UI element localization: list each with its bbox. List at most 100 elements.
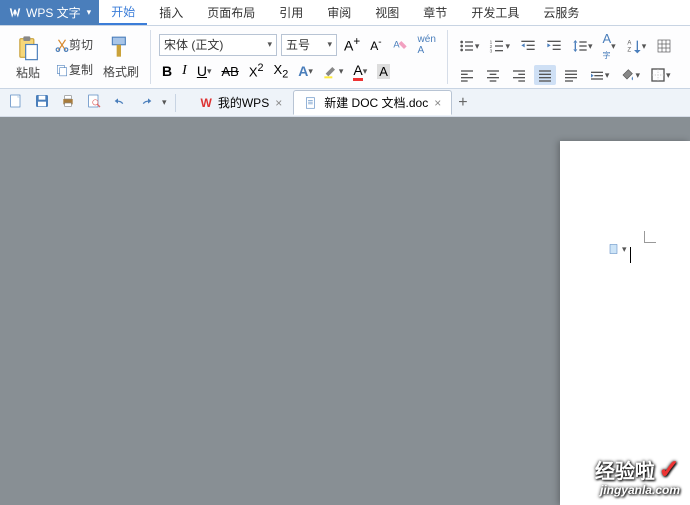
copy-button[interactable]: 复制 (52, 59, 96, 80)
print-preview-button[interactable] (84, 91, 104, 114)
decrease-indent-button[interactable] (517, 36, 539, 56)
chevron-down-icon: ▾ (505, 41, 510, 52)
outdent-icon (520, 38, 536, 54)
text-effects-button[interactable]: A▾ (295, 61, 316, 81)
wps-logo-icon: W (201, 96, 212, 110)
highlight-button[interactable]: ▾ (320, 61, 347, 81)
font-name-value: 宋体 (正文) (164, 36, 223, 53)
tab-label: 我的WPS (218, 94, 269, 111)
undo-button[interactable] (110, 91, 130, 114)
save-button[interactable] (32, 91, 52, 114)
menu-section[interactable]: 章节 (411, 0, 459, 25)
align-right-icon (511, 67, 527, 83)
indent-icon (546, 38, 562, 54)
underline-icon: U (197, 63, 207, 79)
svg-text:A: A (393, 39, 400, 49)
paste-icon (14, 34, 42, 62)
close-icon[interactable]: × (275, 96, 282, 110)
phonetic-guide-button[interactable]: wénA (415, 32, 439, 58)
quick-access-dropdown[interactable]: ▾ (162, 97, 167, 108)
align-left-icon (459, 67, 475, 83)
subscript-icon: X2 (274, 62, 289, 81)
borders-button[interactable]: ▾ (647, 65, 674, 85)
svg-text:A: A (627, 41, 631, 47)
chevron-down-icon: ▾ (611, 41, 616, 52)
menu-insert[interactable]: 插入 (147, 0, 195, 25)
chevron-down-icon: ▾ (622, 244, 627, 255)
text-direction-button[interactable]: A字▾ (600, 29, 619, 63)
italic-button[interactable]: I (179, 61, 190, 81)
paragraph-group: ▾ 123▾ ▾ A字▾ AZ▾ ▾ ▾ ▾ (452, 27, 679, 87)
title-bar: WPS 文字 ▾ 开始 插入 页面布局 引用 审阅 视图 章节 开发工具 云服务 (0, 0, 690, 25)
bullets-button[interactable]: ▾ (456, 36, 483, 56)
print-button[interactable] (58, 91, 78, 114)
new-icon (8, 93, 24, 109)
sort-button[interactable]: AZ▾ (623, 36, 650, 56)
menu-page-layout[interactable]: 页面布局 (195, 0, 267, 25)
clear-format-button[interactable]: A (389, 35, 411, 55)
highlight-icon (323, 63, 339, 79)
font-size-select[interactable]: 五号 ▾ (281, 34, 337, 56)
cut-button[interactable]: 剪切 (52, 34, 96, 55)
menu-start[interactable]: 开始 (99, 0, 147, 25)
superscript-button[interactable]: X2 (246, 60, 267, 81)
copy-icon (55, 63, 69, 77)
font-name-select[interactable]: 宋体 (正文) ▾ (159, 34, 277, 56)
distribute-button[interactable] (560, 65, 582, 85)
font-color-icon: A (353, 62, 362, 81)
font-color-button[interactable]: A▾ (350, 60, 370, 83)
menu-review[interactable]: 审阅 (315, 0, 363, 25)
grow-font-button[interactable]: A+ (341, 33, 363, 56)
paste-button[interactable]: 粘贴 (8, 30, 48, 85)
redo-button[interactable] (136, 91, 156, 114)
section-marker[interactable]: ▾ (608, 243, 627, 255)
tab-document[interactable]: 新建 DOC 文档.doc × (293, 90, 452, 115)
page-icon (608, 243, 620, 255)
superscript-icon: X2 (249, 62, 264, 79)
align-center-button[interactable] (482, 65, 504, 85)
document-page[interactable]: ▾ (560, 141, 690, 505)
underline-button[interactable]: U▾ (194, 61, 215, 81)
new-button[interactable] (6, 91, 26, 114)
paste-label: 粘贴 (16, 64, 40, 81)
tab-my-wps[interactable]: W 我的WPS × (190, 90, 294, 115)
menu-cloud[interactable]: 云服务 (531, 0, 591, 25)
justify-button[interactable] (534, 65, 556, 85)
char-shading-button[interactable]: A (374, 62, 393, 81)
svg-text:Z: Z (627, 47, 631, 53)
phonetic-icon: wénA (418, 34, 436, 56)
format-painter-button[interactable]: 格式刷 (100, 33, 142, 82)
cut-label: 剪切 (69, 36, 93, 53)
strike-icon: AB (221, 64, 238, 79)
font-group: 宋体 (正文) ▾ 五号 ▾ A+ A- A wénA B I U▾ AB X2… (155, 30, 443, 85)
svg-text:3: 3 (490, 49, 493, 54)
menu-view[interactable]: 视图 (363, 0, 411, 25)
tab-settings-button[interactable]: ▾ (586, 65, 613, 85)
line-spacing-button[interactable]: ▾ (569, 36, 596, 56)
subscript-button[interactable]: X2 (271, 60, 292, 83)
align-left-button[interactable] (456, 65, 478, 85)
grow-font-icon: A+ (344, 35, 360, 54)
cut-icon (55, 38, 69, 52)
font-size-value: 五号 (286, 36, 310, 53)
chevron-down-icon: ▾ (475, 41, 480, 52)
align-right-button[interactable] (508, 65, 530, 85)
strikethrough-button[interactable]: AB (218, 62, 241, 81)
shrink-font-button[interactable]: A- (367, 35, 384, 55)
menu-references[interactable]: 引用 (267, 0, 315, 25)
menu-dev-tools[interactable]: 开发工具 (459, 0, 531, 25)
plus-icon: + (458, 94, 467, 111)
close-icon[interactable]: × (434, 96, 441, 110)
increase-indent-button[interactable] (543, 36, 565, 56)
show-marks-button[interactable] (653, 36, 675, 56)
justify-icon (537, 67, 553, 83)
add-tab-button[interactable]: + (452, 92, 473, 114)
bold-button[interactable]: B (159, 61, 175, 81)
sort-icon: AZ (626, 38, 642, 54)
line-spacing-icon (572, 38, 588, 54)
shading-button[interactable]: ▾ (616, 65, 643, 85)
margin-corner (644, 231, 656, 243)
app-badge[interactable]: WPS 文字 ▾ (0, 0, 99, 25)
borders-icon (650, 67, 666, 83)
numbering-button[interactable]: 123▾ (486, 36, 513, 56)
